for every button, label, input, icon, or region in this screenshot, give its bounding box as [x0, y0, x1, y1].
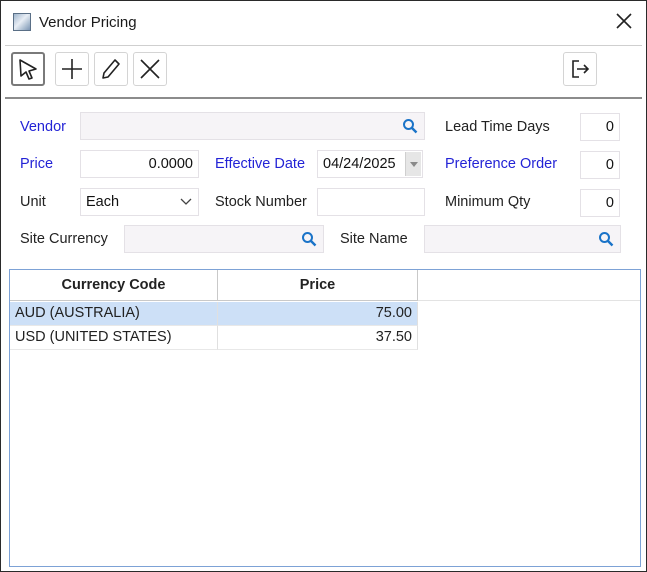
cell-currency-code: USD (UNITED STATES)	[10, 326, 218, 350]
cell-currency-code: AUD (AUSTRALIA)	[10, 302, 218, 326]
close-icon	[616, 13, 632, 29]
add-button[interactable]	[55, 52, 89, 86]
vendor-pricing-form: Vendor Lead Time Days 0 Price 0.0000 Eff…	[7, 101, 642, 269]
site-name-field[interactable]	[424, 225, 621, 253]
toolbar	[5, 45, 642, 99]
window-title: Vendor Pricing	[39, 14, 137, 31]
edit-button[interactable]	[94, 52, 128, 86]
site-name-search-icon[interactable]	[598, 231, 614, 247]
window-close-button[interactable]	[612, 9, 636, 33]
stock-number-field[interactable]	[317, 188, 425, 216]
cell-price: 37.50	[218, 326, 418, 350]
site-currency-field[interactable]	[124, 225, 324, 253]
select-button[interactable]	[11, 52, 45, 86]
unit-label: Unit	[20, 194, 46, 210]
stock-number-label: Stock Number	[215, 194, 307, 210]
effective-date-value: 04/24/2025	[323, 156, 396, 172]
effective-date-field[interactable]: 04/24/2025	[317, 150, 423, 178]
pencil-icon	[102, 59, 120, 79]
exit-button[interactable]	[563, 52, 597, 86]
plus-icon	[62, 59, 82, 79]
site-currency-search-icon[interactable]	[301, 231, 317, 247]
grid-header-filler	[418, 270, 640, 301]
chevron-down-icon	[180, 198, 192, 205]
pointer-arrow-icon	[19, 59, 37, 80]
lead-time-days-field[interactable]: 0	[580, 113, 620, 141]
title-bar[interactable]: Vendor Pricing	[1, 1, 646, 43]
cell-price: 75.00	[218, 302, 418, 326]
close-x-icon	[140, 59, 160, 79]
vendor-label: Vendor	[20, 119, 66, 135]
site-currency-label: Site Currency	[20, 231, 108, 247]
effective-date-label: Effective Date	[215, 156, 306, 172]
table-row[interactable]: USD (UNITED STATES) 37.50	[10, 326, 418, 350]
vendor-pricing-window: Vendor Pricing Vendor Lead Time Days 0 P…	[0, 0, 647, 572]
currency-price-grid: Currency Code Price AUD (AUSTRALIA) 75.0…	[9, 269, 641, 567]
vendor-field[interactable]	[80, 112, 425, 140]
site-name-label: Site Name	[340, 231, 408, 247]
preference-order-label: Preference Order	[445, 156, 558, 172]
vendor-search-icon[interactable]	[402, 118, 418, 134]
preference-order-field[interactable]: 0	[580, 151, 620, 179]
table-row[interactable]: AUD (AUSTRALIA) 75.00	[10, 302, 418, 326]
exit-door-icon	[572, 60, 590, 78]
column-header-currency-code[interactable]: Currency Code	[10, 270, 218, 301]
delete-button[interactable]	[133, 52, 167, 86]
lead-time-days-label: Lead Time Days	[445, 119, 550, 135]
minimum-qty-field[interactable]: 0	[580, 189, 620, 217]
price-label: Price	[20, 156, 54, 172]
column-header-price[interactable]: Price	[218, 270, 418, 301]
price-field[interactable]: 0.0000	[80, 150, 199, 178]
window-app-icon	[13, 13, 31, 31]
unit-select[interactable]: Each	[80, 188, 199, 216]
grid-header: Currency Code Price	[10, 270, 418, 301]
unit-value: Each	[86, 194, 120, 210]
minimum-qty-label: Minimum Qty	[445, 194, 531, 210]
date-dropdown-arrow-icon[interactable]	[405, 152, 421, 176]
